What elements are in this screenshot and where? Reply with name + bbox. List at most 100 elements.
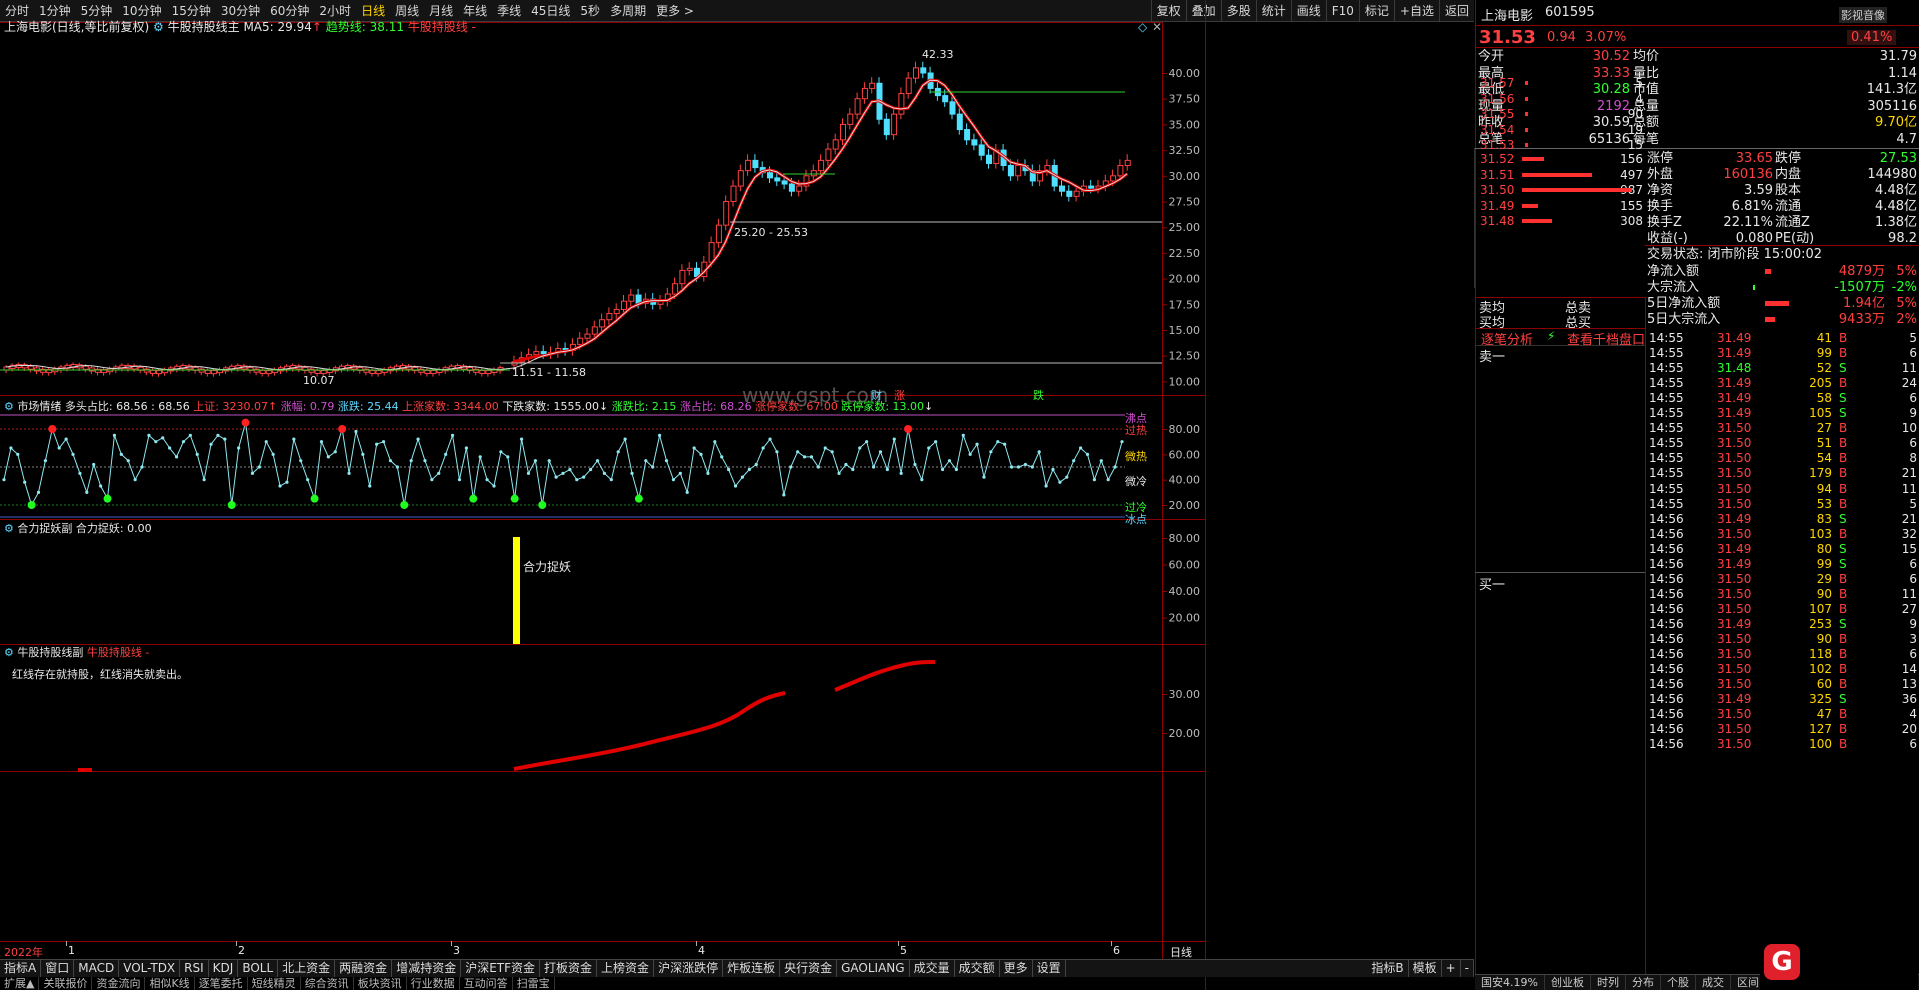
indicator-tab[interactable]: 成交额 (955, 960, 1000, 977)
extension-tab[interactable]: 互动问答 (460, 977, 513, 990)
sentiment-dot (133, 478, 137, 482)
footer-tab[interactable]: 创业板 (1545, 975, 1591, 990)
price-tick: 25.00 (1169, 221, 1201, 234)
indicator-tab[interactable]: 增减持资金 (392, 960, 462, 977)
indicator-b-tab[interactable]: 模板 (1409, 960, 1442, 977)
chart-mark (1162, 454, 1167, 456)
depth-bar (1522, 219, 1552, 223)
sentiment-dot (982, 475, 986, 479)
sentiment-dot (1113, 465, 1117, 469)
extension-tab[interactable]: 行业数据 (407, 977, 460, 990)
indicator-tab[interactable]: BOLL (238, 960, 279, 977)
extension-tab[interactable]: 扩展▲ (0, 977, 40, 990)
candle-body (905, 77, 912, 95)
sentiment-dot (1065, 475, 1069, 479)
candle-body (898, 93, 905, 115)
extension-tab[interactable]: 关联报价 (39, 977, 93, 990)
indicator-tab[interactable]: 更多 (1000, 960, 1033, 977)
extension-tab[interactable]: 扫雷宝 (513, 977, 555, 990)
indicator-tab[interactable]: GAOLIANG (837, 960, 910, 977)
quote-value: 141.3亿 (1866, 82, 1917, 97)
indicator-tab[interactable]: 指标A (0, 960, 42, 977)
depth-bar (1522, 203, 1538, 208)
sentiment-dot (913, 462, 917, 467)
footer-tab[interactable]: 成交 (1696, 975, 1731, 990)
indicator-tab[interactable]: 沪深涨跌停 (654, 960, 724, 977)
flow-label: 5日大宗流入 (1647, 312, 1721, 327)
indicator-b-tab[interactable]: 指标B (1367, 960, 1409, 977)
industry-tag[interactable]: 影视音像 (1839, 7, 1887, 23)
extension-tab[interactable]: 逐笔委托 (195, 977, 248, 990)
close-icon[interactable]: ✕ (1152, 20, 1162, 34)
book-volume: 308 (1620, 214, 1643, 228)
sentiment-dot (878, 450, 883, 454)
candle-body (752, 159, 759, 169)
sentiment-dot (547, 459, 551, 463)
candle-body (369, 369, 376, 374)
indicator-tab[interactable]: 成交量 (910, 960, 955, 977)
sentiment-dot (568, 467, 572, 472)
indicator-tab[interactable]: 央行资金 (780, 960, 838, 977)
rise-pct: 涨幅: 0.79 (280, 400, 335, 413)
extension-tab[interactable]: 板块资讯 (354, 977, 407, 990)
orderbook-row[interactable]: 31.48 308 (1475, 212, 1645, 230)
expand-icon[interactable]: ◇ (1138, 20, 1147, 34)
trade-status: 交易状态: 闭市阶段 15:00:02 (1645, 245, 1919, 263)
candle-body (971, 139, 978, 146)
sentiment-dot (333, 450, 337, 454)
sentiment-dot (595, 459, 600, 463)
footer-tab[interactable]: 国安4.19% (1475, 975, 1545, 990)
period-label[interactable]: 日线 (1170, 944, 1192, 960)
settings-icon[interactable]: ⚙ (4, 400, 14, 413)
chart-canvas[interactable]: 40.00 37.50 35.00 32.50 30.00 27.50 25.00 22.50… (0, 0, 1474, 990)
chart-mark (1162, 330, 1167, 331)
indicator-b-tab[interactable]: + (1442, 960, 1461, 977)
extension-tab[interactable]: 综合资讯 (301, 977, 354, 990)
sentiment-dot (602, 471, 607, 475)
footer-tab[interactable]: 个股 (1661, 975, 1696, 990)
indicator-tab[interactable]: MACD (74, 960, 120, 977)
chart-mark (0, 941, 1205, 942)
indicator-tab[interactable]: RSI (180, 960, 209, 977)
sentiment-dot (1072, 459, 1076, 463)
candle-body (825, 148, 832, 161)
footer-tab[interactable]: 时列 (1591, 975, 1626, 990)
sentiment-tick: 60.00 (1169, 448, 1201, 461)
extension-tab[interactable]: 相似K线 (145, 977, 195, 990)
sell1-label: 卖一 (1479, 350, 1506, 365)
indicator-tab[interactable]: VOL-TDX (119, 960, 181, 977)
footer-tab[interactable]: 分布 (1626, 975, 1661, 990)
indicator-tab[interactable]: 打板资金 (540, 960, 598, 977)
settings-icon[interactable]: ⚙ (153, 20, 164, 34)
indicator-tab[interactable]: 沪深ETF资金 (461, 960, 541, 977)
settings-icon[interactable]: ⚙ (4, 646, 14, 659)
sentiment-dot (609, 478, 613, 482)
candle-body (745, 159, 752, 172)
sentiment-dot (395, 465, 399, 469)
settings-icon[interactable]: ⚙ (4, 522, 14, 535)
price-tick: 32.50 (1169, 144, 1201, 157)
candle-body (1124, 159, 1131, 167)
indicator-tab[interactable]: 窗口 (41, 960, 75, 977)
limit-down-marker[interactable]: 跌 (1033, 387, 1044, 403)
extension-tab[interactable]: 资金流向 (92, 977, 146, 990)
freeze-label: 冰点 (1125, 513, 1147, 526)
indicator-tab[interactable]: 上榜资金 (597, 960, 655, 977)
flow-bar (1753, 285, 1755, 290)
indicator-tab[interactable]: 两融资金 (335, 960, 393, 977)
indicator-b-tab[interactable]: - (1461, 960, 1474, 977)
indicator-tab[interactable]: 北上资金 (278, 960, 336, 977)
sentiment-dot (775, 450, 779, 454)
indicator-tab[interactable]: 炸板连板 (723, 960, 781, 977)
extension-tab[interactable]: 短线精灵 (248, 977, 301, 990)
sentiment-dot (23, 480, 27, 484)
quote-value: 31.79 (1879, 49, 1917, 64)
tick-row: 14:56 31.50 100 B 6 (1647, 735, 1919, 753)
overcool-dot (103, 494, 112, 503)
sentiment-dot (140, 465, 144, 469)
indicator-tab[interactable]: KDJ (209, 960, 239, 977)
indicator-tab[interactable]: 设置 (1033, 960, 1066, 977)
sentiment-dot (816, 465, 820, 469)
catch-demon-bar (513, 537, 520, 644)
sentiment-tick: 40.00 (1169, 474, 1201, 487)
